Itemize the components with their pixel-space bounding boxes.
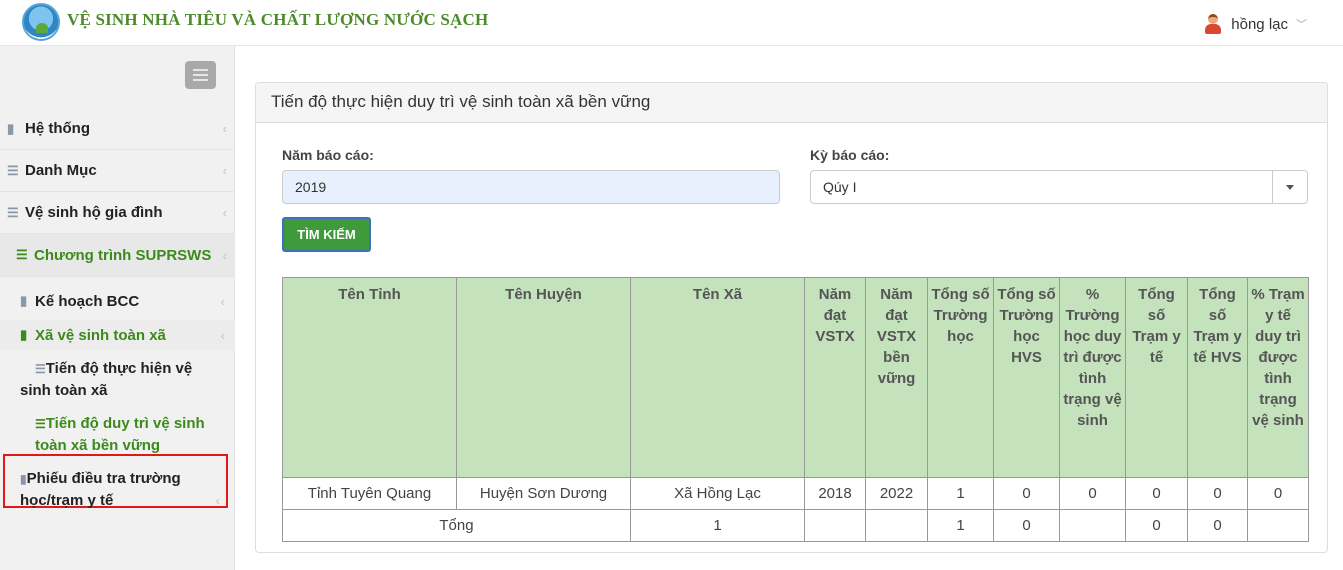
sidebar-item-phieu-dieu-tra[interactable]: ▮Phiếu điều tra trường học/trạm y tế ‹: [20, 468, 230, 511]
server-icon: ☰: [35, 362, 46, 376]
sidebar-item-danh-muc[interactable]: ☰ Danh Mục ‹: [0, 150, 235, 192]
cell-total-communes: 1: [630, 509, 805, 542]
col-header: Tên Xã: [630, 277, 805, 478]
col-header: Tổng số Trạm y tế: [1125, 277, 1188, 478]
year-label: Năm báo cáo:: [282, 147, 374, 163]
chevron-left-icon: ‹: [222, 247, 227, 263]
dropdown-caret-icon[interactable]: [1272, 171, 1307, 203]
sidebar-item-he-thong[interactable]: ▮ Hệ thống ‹: [0, 108, 235, 150]
sidebar: ▮ Hệ thống ‹ ☰ Danh Mục ‹ ☰ Vệ sinh hộ g…: [0, 46, 235, 570]
sidebar-item-label-line2: học/trạm y tế: [20, 492, 114, 509]
period-select-value: Qúy I: [823, 179, 857, 195]
sidebar-item-label-line2: sinh toàn xã: [20, 382, 108, 399]
col-header: Tổng số Trường học: [927, 277, 994, 478]
user-avatar-icon: [1203, 14, 1223, 34]
menu-toggle-button[interactable]: [185, 61, 216, 89]
user-menu[interactable]: hồng lạc ﹀: [1203, 14, 1307, 34]
cell-empty: [804, 509, 866, 542]
file-icon: ▮: [20, 293, 28, 308]
cell-district: Huyện Sơn Dương: [456, 477, 631, 510]
cell-clinics: 0: [1125, 477, 1188, 510]
col-header: Tên Tỉnh: [282, 277, 457, 478]
sidebar-item-label: Xã vệ sinh toàn xã: [35, 326, 166, 344]
search-button[interactable]: TÌM KIẾM: [282, 217, 371, 252]
col-header: Tên Huyện: [456, 277, 631, 478]
col-header: Tổng số Trường học HVS: [993, 277, 1060, 478]
sidebar-item-tien-do-duy-tri[interactable]: ☰Tiến độ duy trì vệ sinh toàn xã bền vữn…: [35, 413, 205, 456]
sidebar-item-label: Tiến độ thực hiện vệ: [45, 360, 193, 377]
cell-province: Tỉnh Tuyên Quang: [282, 477, 457, 510]
report-table: Tên Tỉnh Tên Huyện Tên Xã Năm đạt VSTX N…: [282, 277, 1309, 542]
chevron-left-icon: ‹: [215, 493, 220, 508]
cell-schools-pct: 0: [1059, 477, 1126, 510]
cell-clinics-pct: 0: [1247, 477, 1309, 510]
chevron-left-icon: ‹: [222, 121, 227, 136]
cell-schools: 1: [927, 477, 994, 510]
app-title[interactable]: VỆ SINH NHÀ TIÊU VÀ CHẤT LƯỢNG NƯỚC SẠCH: [67, 10, 488, 30]
table-header-row: Tên Tỉnh Tên Huyện Tên Xã Năm đạt VSTX N…: [282, 277, 1309, 478]
chevron-left-icon: ‹: [220, 327, 225, 343]
server-icon: ☰: [16, 247, 28, 262]
username: hồng lạc: [1231, 15, 1288, 33]
sidebar-item-label: Hệ thống: [25, 120, 90, 137]
sidebar-item-label: Tiến độ duy trì vệ sinh: [45, 415, 205, 432]
cell-empty: [865, 509, 928, 542]
sidebar-item-label-line2: toàn xã bền vững: [35, 437, 161, 454]
year-input[interactable]: 2019: [282, 170, 780, 204]
cell-empty: [1247, 509, 1309, 542]
sidebar-item-chuong-trinh-suprsws[interactable]: ☰ Chương trình SUPRSWS ‹: [0, 234, 235, 277]
server-icon: ☰: [35, 417, 46, 431]
col-header: Năm đạt VSTX: [804, 277, 866, 478]
cell-commune: Xã Hồng Lạc: [630, 477, 805, 510]
table-total-row: Tổng 1 1 0 0 0: [282, 509, 1309, 542]
cell-year-sustainable: 2022: [865, 477, 928, 510]
chevron-left-icon: ‹: [220, 293, 225, 309]
col-header: % Trường học duy trì được tình trạng vệ …: [1059, 277, 1126, 478]
sidebar-item-tien-do-thuc-hien[interactable]: ☰Tiến độ thực hiện vệ sinh toàn xã: [20, 358, 193, 401]
sidebar-item-label: Chương trình SUPRSWS: [34, 246, 212, 264]
chevron-down-icon: ﹀: [1296, 19, 1307, 31]
chevron-left-icon: ‹: [222, 205, 227, 220]
chevron-left-icon: ‹: [222, 163, 227, 178]
cell-total-label: Tổng: [282, 509, 631, 542]
file-icon: ▮: [20, 327, 28, 342]
panel-title: Tiến độ thực hiện duy trì vệ sinh toàn x…: [256, 83, 1327, 123]
sidebar-item-xa-ve-sinh-toan-xa[interactable]: ▮ Xã vệ sinh toàn xã ‹: [0, 320, 235, 350]
cell-total-schools: 1: [927, 509, 994, 542]
period-select[interactable]: Qúy I: [810, 170, 1308, 204]
sidebar-item-label: Phiếu điều tra trường: [26, 470, 181, 487]
top-bar: VỆ SINH NHÀ TIÊU VÀ CHẤT LƯỢNG NƯỚC SẠCH…: [0, 0, 1343, 46]
sidebar-item-ke-hoach-bcc[interactable]: ▮ Kế hoạch BCC ‹: [0, 286, 235, 316]
table-row: Tỉnh Tuyên Quang Huyện Sơn Dương Xã Hồng…: [282, 477, 1309, 510]
file-icon: ▮: [20, 472, 27, 486]
sidebar-item-label: Danh Mục: [25, 162, 97, 179]
period-label: Kỳ báo cáo:: [810, 147, 890, 163]
cell-total-schools-hvs: 0: [993, 509, 1060, 542]
cell-year-vstx: 2018: [804, 477, 866, 510]
file-icon: ▮: [7, 120, 15, 136]
sidebar-item-label: Kế hoạch BCC: [35, 292, 140, 310]
cell-schools-hvs: 0: [993, 477, 1060, 510]
sidebar-item-label: Vệ sinh hộ gia đình: [25, 204, 163, 221]
cell-clinics-hvs: 0: [1187, 477, 1248, 510]
logo-icon[interactable]: [22, 3, 60, 41]
col-header: Tổng số Trạm y tế HVS: [1187, 277, 1248, 478]
server-icon: ☰: [7, 204, 19, 220]
sidebar-item-ve-sinh-ho-gia-dinh[interactable]: ☰ Vệ sinh hộ gia đình ‹: [0, 192, 235, 234]
list-icon: ☰: [7, 162, 19, 178]
cell-empty: [1059, 509, 1126, 542]
cell-total-clinics-hvs: 0: [1187, 509, 1248, 542]
cell-total-clinics: 0: [1125, 509, 1188, 542]
col-header: % Trạm y tế duy trì được tình trạng vệ s…: [1247, 277, 1309, 478]
report-panel: Tiến độ thực hiện duy trì vệ sinh toàn x…: [255, 82, 1328, 553]
col-header: Năm đạt VSTX bền vững: [865, 277, 928, 478]
